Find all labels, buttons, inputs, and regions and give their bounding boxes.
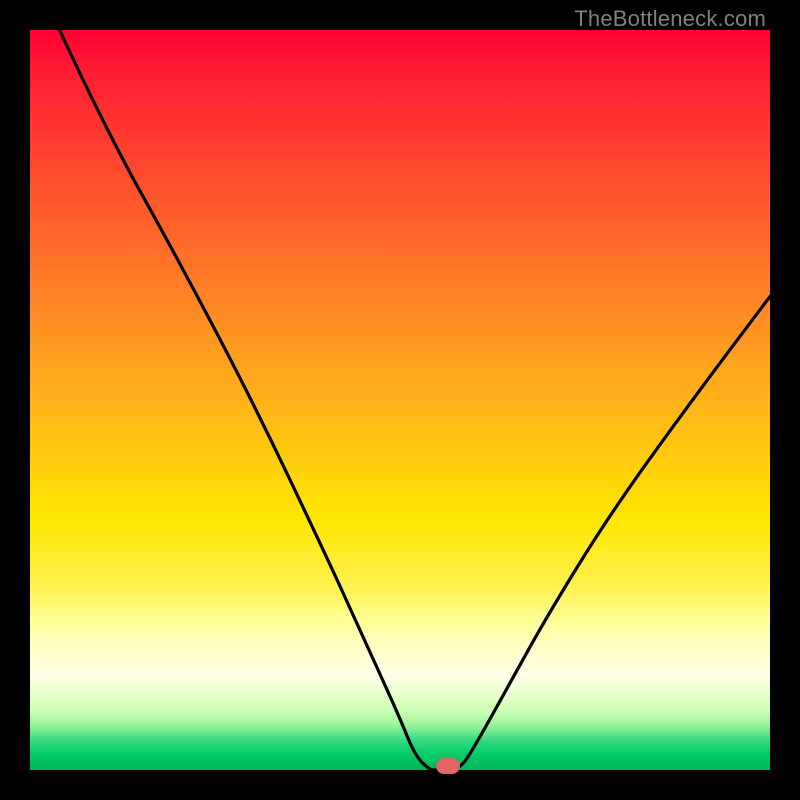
optimum-marker bbox=[436, 758, 460, 774]
bottleneck-chart: TheBottleneck.com bbox=[0, 0, 800, 800]
curve-svg bbox=[30, 30, 770, 770]
plot-area bbox=[30, 30, 770, 770]
bottleneck-curve-path bbox=[60, 30, 770, 770]
attribution-label: TheBottleneck.com bbox=[574, 6, 766, 32]
